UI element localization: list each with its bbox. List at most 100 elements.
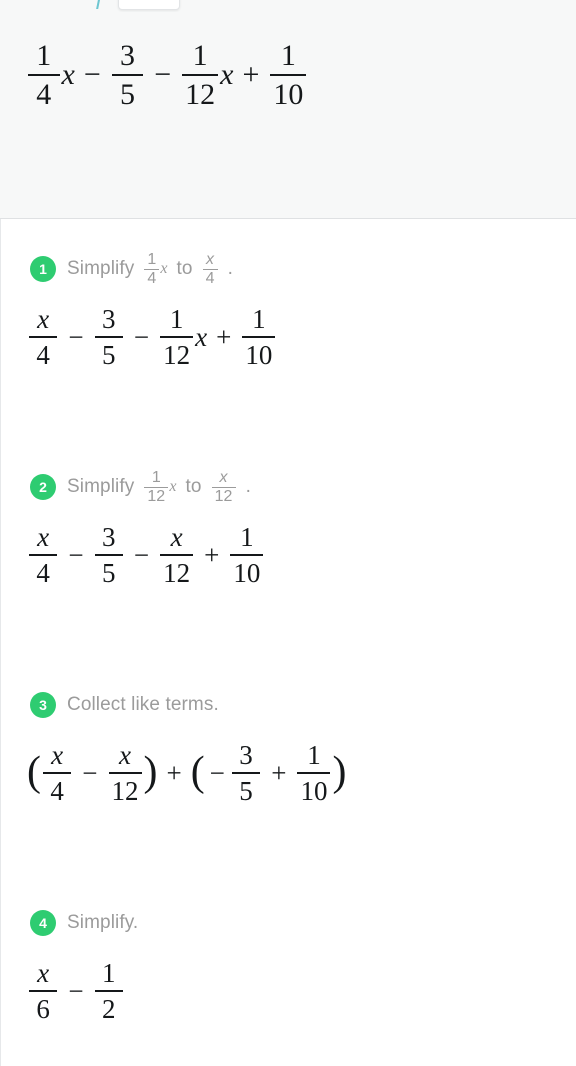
- denominator: 12: [147, 487, 166, 505]
- fraction-bar: [270, 74, 307, 77]
- operator-minus: −: [68, 539, 84, 570]
- fraction: 1 2: [94, 959, 123, 1025]
- operator-minus: −: [83, 58, 101, 92]
- step-label-suffix: .: [227, 258, 233, 279]
- term-4: 1 10: [268, 40, 308, 110]
- denominator: 4: [36, 78, 52, 112]
- denominator: 4: [147, 269, 157, 287]
- term-3: 1 12 x: [180, 39, 234, 112]
- fraction-bar: [94, 990, 123, 993]
- problem-expression: 1 4 x − 3 5 − 1 12 x + 1 10: [26, 40, 308, 110]
- operator-minus: −: [133, 321, 150, 352]
- step-header: 4 Simplify.: [1, 909, 576, 937]
- term-2: 3 5: [110, 40, 146, 110]
- step-label-suffix: .: [245, 476, 251, 497]
- numerator: 1: [36, 39, 52, 72]
- fraction: x 12: [211, 469, 236, 505]
- numerator: x: [37, 958, 50, 988]
- leading-minus: −: [209, 757, 225, 788]
- fraction: x 4: [29, 305, 58, 369]
- step-expression: x 6 − 1 2: [1, 959, 125, 1023]
- fraction: 3 5: [231, 740, 261, 805]
- fraction: 3 5: [94, 305, 123, 371]
- toolbar-sliver: ƒ: [0, 0, 576, 12]
- step-expression: ( x 4 − x 12 ) + ( − 3 5 + 1 10): [1, 741, 346, 805]
- fraction: 3 5: [111, 39, 144, 110]
- numerator: 1: [280, 39, 296, 72]
- fraction-bar: [182, 74, 219, 77]
- step-item-4[interactable]: 4 Simplify. x 6 − 1 2: [1, 909, 576, 1023]
- step-expression: x 4 − 3 5 − 1 12 x + 1 10: [1, 305, 277, 369]
- fraction: 1 10: [297, 740, 331, 807]
- numerator: 1: [192, 39, 208, 72]
- step-from-expression: 1 4 x: [143, 251, 168, 287]
- term-1: 1 4 x: [26, 40, 75, 110]
- step-header: 2 Simplify 1 12 x to x 12 .: [1, 469, 576, 504]
- step-item-1[interactable]: 1 Simplify 1 4 x to x 4 . x 4 − 3 5 − 1 …: [1, 251, 576, 369]
- denominator: 10: [245, 340, 273, 371]
- fraction-bar: [42, 772, 72, 775]
- denominator: 10: [300, 776, 328, 807]
- numerator: x: [51, 740, 64, 770]
- step-label: Collect like terms.: [67, 694, 219, 716]
- denominator: 5: [102, 558, 116, 589]
- denominator: 10: [233, 558, 261, 589]
- step-label-prefix: Collect like terms.: [67, 694, 219, 715]
- paren-close: ): [143, 749, 158, 796]
- fraction: 1 10: [230, 523, 264, 589]
- step-label-middle: to: [176, 258, 193, 279]
- denominator: 6: [36, 994, 50, 1025]
- fraction-bar: [94, 554, 123, 557]
- operator-minus: −: [68, 975, 84, 1006]
- operator-plus: +: [216, 321, 232, 352]
- term: 1 12 x: [158, 305, 207, 369]
- fraction-bar: [111, 74, 144, 77]
- paren-open: (: [190, 749, 205, 796]
- operator-plus: +: [271, 757, 287, 788]
- step-item-3[interactable]: 3 Collect like terms. ( x 4 − x 12 ) + (…: [1, 691, 576, 805]
- numerator: 1: [169, 304, 184, 334]
- step-label-prefix: Simplify: [67, 258, 135, 279]
- numerator: 3: [239, 740, 253, 770]
- step-header: 3 Collect like terms.: [1, 691, 576, 719]
- denominator: 12: [185, 78, 216, 112]
- fraction: 1 10: [270, 39, 307, 110]
- operator-minus: −: [82, 757, 98, 788]
- step-expression: x 4 − 3 5 − x 12 + 1 10: [1, 523, 265, 587]
- numerator: 3: [120, 39, 135, 72]
- fraction: x 4: [42, 740, 72, 807]
- fraction: 1 10: [242, 305, 276, 371]
- denominator: 2: [102, 994, 116, 1025]
- step-label-prefix: Simplify: [67, 476, 135, 497]
- denominator: 5: [102, 340, 116, 371]
- paren-open: (: [27, 749, 41, 796]
- variable: x: [160, 260, 168, 277]
- denominator: 12: [111, 776, 139, 807]
- step-label-middle: to: [185, 476, 202, 497]
- denominator: 4: [50, 776, 64, 807]
- fraction-bar: [28, 74, 60, 77]
- denominator: 12: [163, 558, 191, 589]
- step-label: Simplify.: [67, 912, 138, 934]
- numerator: 1: [151, 468, 161, 486]
- variable: x: [220, 58, 234, 92]
- step-label: Simplify 1 4 x to x 4 .: [67, 251, 233, 287]
- fraction-bar: [242, 336, 276, 339]
- numerator: x: [37, 522, 50, 552]
- fraction: x 6: [29, 958, 58, 1025]
- fraction-bar: [230, 554, 264, 557]
- denominator: 4: [36, 558, 50, 589]
- solver-screen: ƒ 1 4 x − 3 5 − 1 12 x + 1 10 1 Simplify…: [0, 0, 576, 1066]
- fraction: x 12: [160, 522, 194, 589]
- fraction-bar: [29, 336, 58, 339]
- denominator: 4: [205, 269, 215, 287]
- numerator: x: [170, 522, 183, 552]
- operator-plus: +: [204, 539, 220, 570]
- toolbar-pill-button[interactable]: [118, 0, 180, 10]
- step-to-expression: x 12: [211, 469, 237, 505]
- math-app-icon: ƒ: [94, 0, 104, 10]
- numerator: 1: [307, 740, 321, 770]
- operator-minus: −: [154, 58, 172, 92]
- step-label: Simplify 1 12 x to x 12 .: [67, 468, 251, 505]
- step-item-2[interactable]: 2 Simplify 1 12 x to x 12 . x 4 − 3 5 − …: [1, 469, 576, 587]
